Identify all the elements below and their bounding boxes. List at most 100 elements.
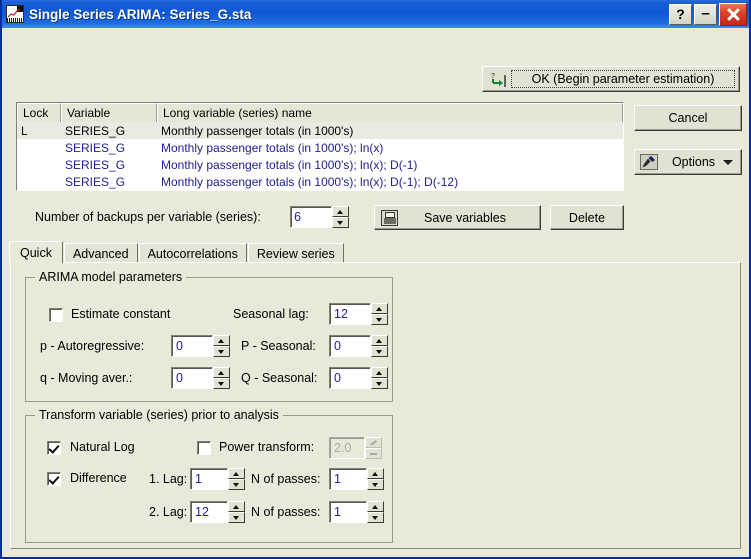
backups-stepper-up[interactable] [332, 206, 349, 217]
options-button[interactable]: Options [634, 149, 742, 175]
estimate-constant-label: Estimate constant [71, 307, 171, 321]
column-header-long-name[interactable]: Long variable (series) name [157, 103, 623, 122]
q-seasonal-stepper-up[interactable] [371, 367, 388, 378]
lag1-passes-stepper-down[interactable] [367, 479, 384, 490]
tool-icon [640, 154, 658, 170]
backups-stepper[interactable] [332, 206, 349, 228]
seasonal-lag-stepper[interactable] [371, 303, 388, 325]
help-button[interactable]: ? [669, 3, 692, 25]
seasonal-lag-stepper-down[interactable] [371, 314, 388, 325]
q-moving-average-label: q - Moving aver.: [40, 371, 133, 385]
ok-focus-rect: OK (Begin parameter estimation) [511, 70, 735, 88]
p-autoregressive-stepper[interactable] [213, 335, 230, 357]
column-header-variable[interactable]: Variable [61, 103, 157, 122]
close-button[interactable] [719, 2, 747, 26]
lag2-passes-stepper-up[interactable] [367, 501, 384, 512]
tab-review-series[interactable]: Review series [247, 243, 344, 263]
power-transform-stepper-up[interactable] [365, 437, 382, 448]
lag1-stepper[interactable] [228, 468, 245, 490]
lag1-passes-stepper[interactable] [367, 468, 384, 490]
row-variable: SERIES_G [65, 157, 126, 172]
lag1-passes-label: N of passes: [251, 472, 321, 486]
natural-log-checkbox[interactable] [47, 441, 61, 455]
power-transform-input[interactable]: 2.0 [329, 437, 365, 459]
row-long-name: Monthly passenger totals (in 1000's) [161, 123, 354, 138]
variable-list-header: Lock Variable Long variable (series) nam… [17, 103, 623, 123]
row-long-name: Monthly passenger totals (in 1000's); ln… [161, 174, 459, 189]
lag1-stepper-down[interactable] [228, 479, 245, 490]
p-seasonal-label: P - Seasonal: [241, 339, 316, 353]
tab-advanced[interactable]: Advanced [63, 243, 138, 263]
q-seasonal-stepper-down[interactable] [371, 378, 388, 389]
lag1-passes-input[interactable]: 1 [329, 468, 367, 490]
estimate-constant-checkbox[interactable] [49, 308, 63, 322]
save-variables-button[interactable]: Save variables [374, 205, 541, 230]
seasonal-lag-input[interactable]: 12 [329, 303, 371, 325]
tab-strip: Quick Advanced Autocorrelations Review s… [9, 241, 345, 263]
p-seasonal-stepper-down[interactable] [371, 346, 388, 357]
p-autoregressive-stepper-up[interactable] [213, 335, 230, 346]
lag2-passes-input[interactable]: 1 [329, 501, 367, 523]
p-autoregressive-input[interactable]: 0 [171, 335, 213, 357]
p-autoregressive-stepper-down[interactable] [213, 346, 230, 357]
backups-input[interactable]: 6 [290, 206, 332, 228]
tab-autocorrelations[interactable]: Autocorrelations [138, 243, 247, 263]
p-seasonal-stepper-up[interactable] [371, 335, 388, 346]
natural-log-label: Natural Log [70, 440, 135, 454]
q-moving-average-stepper-down[interactable] [213, 378, 230, 389]
backups-stepper-down[interactable] [332, 217, 349, 228]
lag1-label: 1. Lag: [149, 472, 188, 486]
table-row[interactable]: SERIES_G Monthly passenger totals (in 10… [17, 173, 623, 190]
lag1-input[interactable]: 1 [190, 468, 228, 490]
q-seasonal-input[interactable]: 0 [329, 367, 371, 389]
save-variables-label: Save variables [424, 210, 506, 225]
q-seasonal-stepper[interactable] [371, 367, 388, 389]
lag1-passes-stepper-up[interactable] [367, 468, 384, 479]
lag2-passes-stepper-down[interactable] [367, 512, 384, 523]
ok-button-label: OK (Begin parameter estimation) [531, 72, 715, 86]
lag2-input[interactable]: 12 [190, 501, 228, 523]
lag2-stepper[interactable] [228, 501, 245, 523]
delete-button[interactable]: Delete [550, 205, 624, 230]
minimize-button[interactable]: – [694, 3, 717, 25]
p-seasonal-input[interactable]: 0 [329, 335, 371, 357]
transform-variable-group: Transform variable (series) prior to ana… [25, 408, 393, 543]
variable-list-body: L SERIES_G Monthly passenger totals (in … [17, 122, 623, 190]
cancel-button[interactable]: Cancel [634, 105, 742, 131]
variable-list[interactable]: Lock Variable Long variable (series) nam… [16, 102, 624, 191]
table-row[interactable]: SERIES_G Monthly passenger totals (in 10… [17, 139, 623, 156]
transform-group-title: Transform variable (series) prior to ana… [35, 408, 283, 422]
lag2-stepper-up[interactable] [228, 501, 245, 512]
title-bar[interactable]: Single Series ARIMA: Series_G.sta ? – [2, 0, 749, 28]
lag2-label: 2. Lag: [149, 505, 188, 519]
difference-label: Difference [70, 471, 127, 485]
options-button-label: Options [671, 155, 716, 169]
ok-begin-estimation-button[interactable]: ? OK (Begin parameter estimation) [482, 66, 740, 92]
tab-advanced-label: Advanced [72, 246, 129, 261]
power-transform-stepper[interactable] [365, 437, 382, 459]
lag2-passes-stepper[interactable] [367, 501, 384, 523]
row-variable: SERIES_G [65, 123, 126, 138]
power-transform-checkbox[interactable] [197, 441, 211, 455]
power-transform-label: Power transform: [219, 440, 315, 454]
row-lock: L [21, 123, 28, 138]
seasonal-lag-stepper-up[interactable] [371, 303, 388, 314]
table-row[interactable]: SERIES_G Monthly passenger totals (in 10… [17, 156, 623, 173]
q-moving-average-input[interactable]: 0 [171, 367, 213, 389]
difference-checkbox[interactable] [47, 472, 61, 486]
backups-value: 6 [294, 210, 301, 224]
column-header-lock[interactable]: Lock [17, 103, 61, 122]
arima-dialog-window: Single Series ARIMA: Series_G.sta ? – ? … [0, 0, 751, 559]
table-row[interactable]: L SERIES_G Monthly passenger totals (in … [17, 122, 623, 139]
tab-quick[interactable]: Quick [9, 241, 63, 263]
cancel-button-label: Cancel [668, 111, 708, 125]
window-title: Single Series ARIMA: Series_G.sta [29, 6, 252, 22]
run-arrow-icon: ? [491, 73, 506, 87]
q-moving-average-stepper[interactable] [213, 367, 230, 389]
arima-group-title: ARIMA model parameters [35, 270, 187, 284]
power-transform-stepper-down[interactable] [365, 448, 382, 459]
p-seasonal-stepper[interactable] [371, 335, 388, 357]
lag2-stepper-down[interactable] [228, 512, 245, 523]
q-moving-average-stepper-up[interactable] [213, 367, 230, 378]
lag1-stepper-up[interactable] [228, 468, 245, 479]
